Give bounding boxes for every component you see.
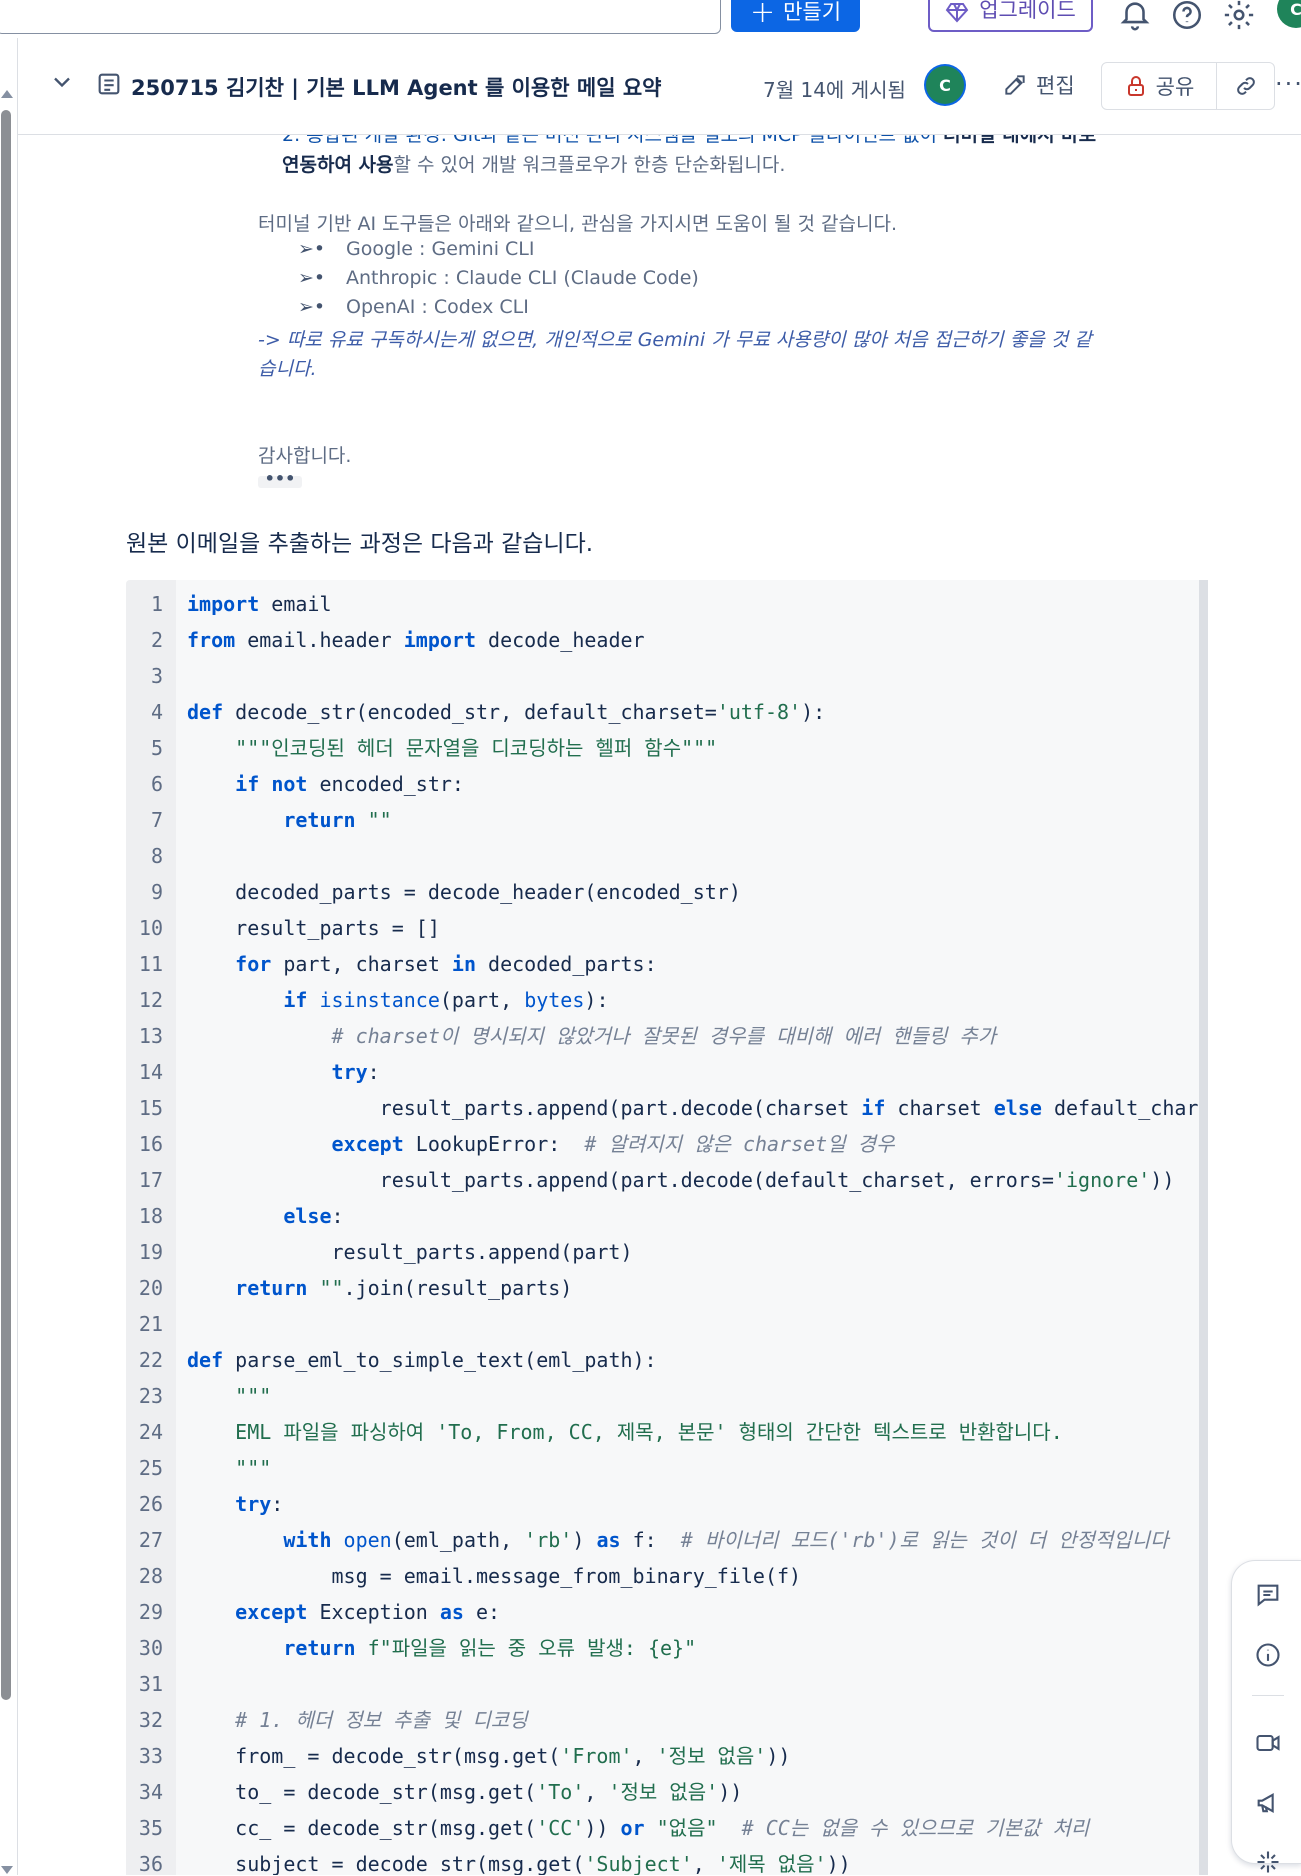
lock-icon (1127, 76, 1144, 96)
code-line: 16 except LookupError: # 알려지지 않은 charset… (138, 1132, 895, 1156)
code-line: 36 subject = decode_str(msg.get('Subject… (138, 1852, 851, 1875)
code-horizontal-edge (1199, 580, 1208, 1875)
code-line: 17 result_parts.append(part.decode(defau… (138, 1168, 1175, 1192)
show-trimmed-content-button[interactable]: ••• (258, 471, 302, 488)
code-line: 3 (150, 664, 163, 688)
user-avatar[interactable]: C (1277, 0, 1301, 28)
share-button[interactable]: 공유 (1102, 63, 1217, 109)
code-line: 24 EML 파일을 파싱하여 'To, From, CC, 제목, 본문' 형… (138, 1420, 1063, 1444)
code-line: 5 """인코딩된 헤더 문자열을 디코딩하는 헬퍼 함수""" (150, 736, 718, 760)
code-line: 13 # charset이 명시되지 않았거나 잘못된 경우를 대비해 에러 핸… (138, 1024, 997, 1048)
code-line: 7 return "" (150, 808, 392, 832)
email-note: 습니다. (258, 358, 317, 380)
code-line: 1 import email (150, 592, 332, 616)
code-line: 15 result_parts.append(part.decode(chars… (138, 1096, 1207, 1120)
help-icon[interactable] (1170, 0, 1204, 32)
code-line: 26 try: (138, 1492, 284, 1516)
upgrade-label: 업그레이드 (979, 0, 1076, 22)
code-line: 30 return f"파일을 읽는 중 오류 발생: {e}" (138, 1636, 697, 1660)
upgrade-button[interactable]: 업그레이드 (928, 0, 1093, 32)
code-line: 11 for part, charset in decoded_parts: (138, 952, 657, 976)
code-line: 4 def decode_str(encoded_str, default_cha… (150, 700, 826, 724)
edit-pencil-icon (1005, 75, 1025, 95)
right-tool-panel (1231, 1560, 1301, 1864)
page-title: 250715 김기찬 | 기본 LLM Agent 를 이용한 메일 요약 (131, 76, 662, 100)
published-date: 7월 14에 게시됨 (763, 78, 906, 102)
share-group: 공유 (1101, 62, 1275, 110)
code-line: 10 result_parts = [] (138, 916, 440, 940)
code-line: 19 result_parts.append(part) (138, 1240, 633, 1264)
author-avatar[interactable]: C (926, 66, 964, 104)
link-icon (1236, 77, 1255, 95)
info-icon[interactable] (1254, 1641, 1282, 1669)
code-line: 29 except Exception as e: (138, 1600, 501, 1624)
code-line: 20 return "".join(result_parts) (138, 1276, 573, 1300)
tool-list-item: ➢• Anthropic : Claude CLI (Claude Code) (298, 267, 699, 289)
email-line: 연동하여 사용할 수 있어 개발 워크플로우가 한층 단순화됩니다. (282, 154, 786, 176)
code-line: 23 """ (138, 1384, 272, 1408)
code-line: 2 from email.header import decode_header (150, 628, 645, 652)
video-icon[interactable] (1254, 1729, 1282, 1757)
code-line: 9 decoded_parts = decode_header(encoded_… (150, 880, 741, 904)
body-paragraph: 원본 이메일을 추출하는 과정은 다음과 같습니다. (126, 531, 594, 557)
code-line: 12 if isinstance(part, bytes): (138, 988, 609, 1012)
copy-link-button[interactable] (1217, 63, 1274, 109)
code-line: 6 if not encoded_str: (150, 772, 464, 796)
page-header: 250715 김기찬 | 기본 LLM Agent 를 이용한 메일 요약 7월… (18, 38, 1301, 135)
create-button[interactable]: + 만들기 (731, 0, 860, 32)
tool-list-item: ➢• OpenAI : Codex CLI (298, 296, 529, 318)
settings-gear-icon[interactable] (1222, 0, 1256, 32)
code-line: 34 to_ = decode_str(msg.get('To', '정보 없음… (138, 1780, 743, 1804)
top-navigation: + 만들기 업그레이드 C (0, 0, 1301, 38)
code-block[interactable]: 1 import email 2 from email.header import … (126, 580, 1207, 1875)
code-line: 27 with open(eml_path, 'rb') as f: # 바이너… (138, 1528, 1169, 1552)
code-line: 25 """ (138, 1456, 272, 1480)
megaphone-icon[interactable] (1254, 1789, 1282, 1817)
edit-button[interactable]: 편집 (1002, 66, 1075, 104)
share-label: 공유 (1155, 75, 1195, 99)
panel-divider (1252, 1695, 1284, 1696)
code-line: 14 try: (138, 1060, 380, 1084)
comment-icon[interactable] (1254, 1581, 1282, 1609)
code-line: 31 (138, 1672, 163, 1696)
more-actions-button[interactable]: ··· (1275, 70, 1301, 98)
code-line: 28 msg = email.message_from_binary_file(… (138, 1564, 802, 1588)
code-line: 22 def parse_eml_to_simple_text(eml_path)… (138, 1348, 657, 1372)
code-line: 18 else: (138, 1204, 344, 1228)
email-intro: 터미널 기반 AI 도구들은 아래와 같으니, 관심을 가지시면 도움이 될 것… (258, 213, 897, 235)
notifications-bell-icon[interactable] (1118, 0, 1152, 32)
code-line: 35 cc_ = decode_str(msg.get('CC')) or "없… (138, 1816, 1090, 1840)
code-line: 21 (138, 1312, 163, 1336)
email-note: -> 따로 유료 구독하시는게 없으면, 개인적으로 Gemini 가 무료 사… (258, 329, 1092, 351)
create-label: 만들기 (783, 0, 842, 24)
plus-icon: + (749, 0, 776, 30)
email-thanks: 감사합니다. (258, 445, 352, 467)
code-line: 33 from_ = decode_str(msg.get('From', '정… (138, 1744, 791, 1768)
code-line: 32 # 1. 헤더 정보 추출 및 디코딩 (138, 1708, 528, 1732)
chevron-down-icon[interactable] (48, 68, 76, 96)
page-content: 2. 통합된 개발 환경: Git과 같은 버전 관리 시스템을 별도의 MCP… (0, 134, 1301, 1875)
ai-sparkle-icon[interactable] (1254, 1848, 1282, 1876)
page-icon (98, 73, 120, 95)
code-line: 8 (150, 844, 163, 868)
edit-label: 편집 (1036, 74, 1075, 98)
scroll-up-arrow-icon[interactable] (1, 90, 13, 98)
diamond-icon (945, 3, 969, 23)
tool-list-item: ➢• Google : Gemini CLI (298, 238, 535, 260)
search-input[interactable] (0, 0, 721, 34)
email-line: 2. 통합된 개발 환경: Git과 같은 버전 관리 시스템을 별도의 MCP… (282, 134, 1097, 146)
